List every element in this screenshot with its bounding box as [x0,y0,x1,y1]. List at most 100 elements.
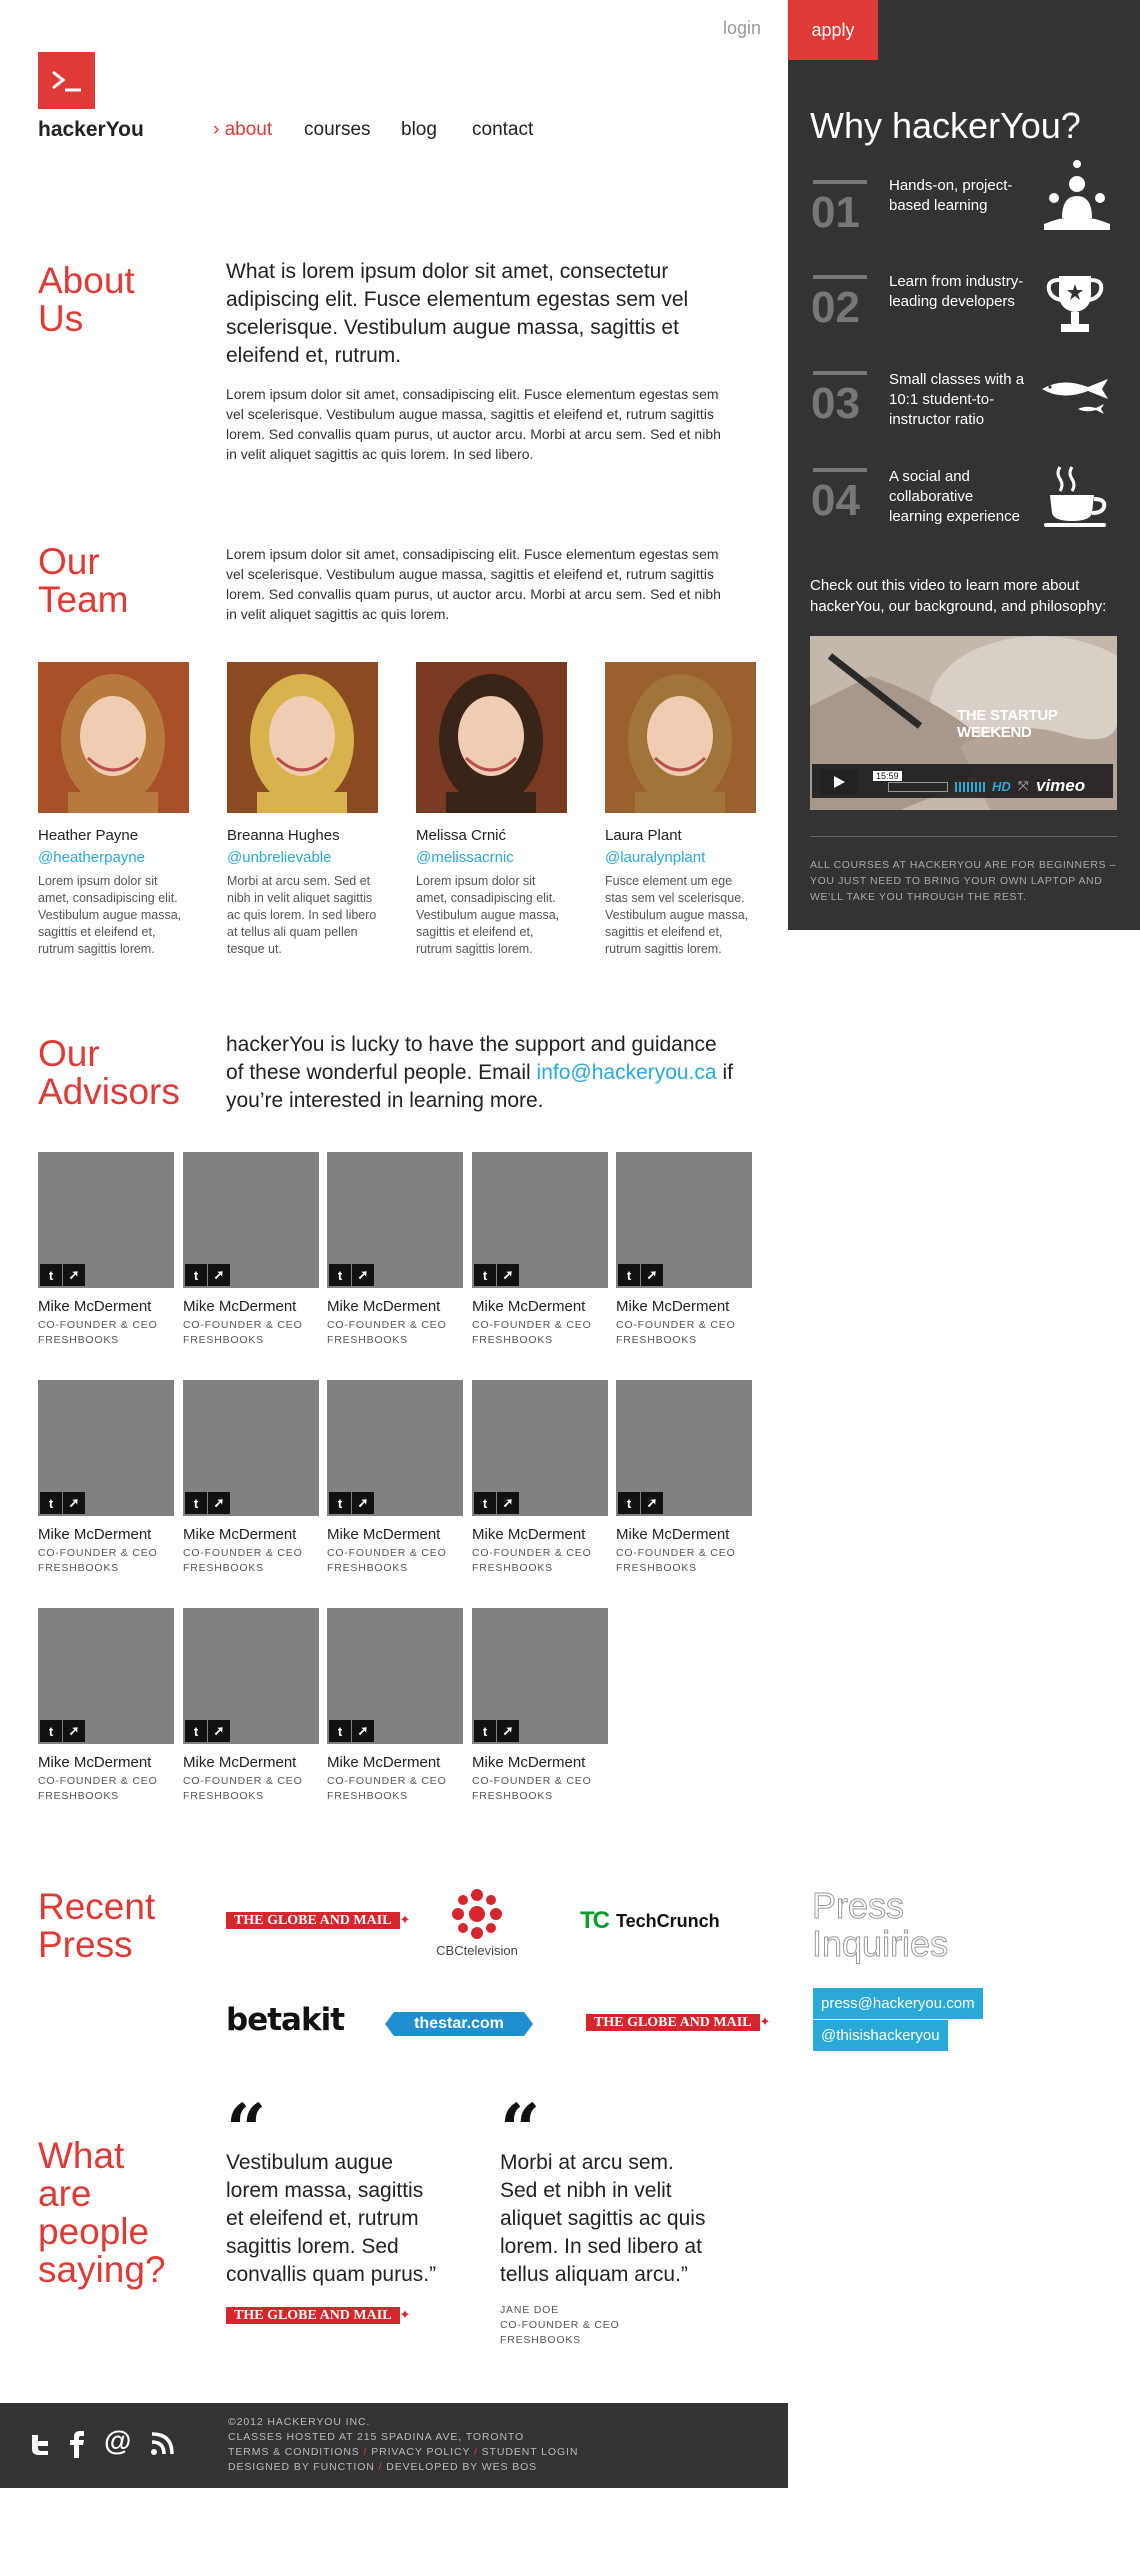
advisor-name: Mike McDerment [616,1298,730,1315]
nav-about[interactable]: › about [213,119,272,141]
nav-courses[interactable]: courses [304,119,371,141]
apply-button[interactable]: apply [788,0,878,60]
nav-about-label: about [224,119,273,140]
cursor-link-icon[interactable]: ➚ [352,1264,374,1286]
advisor-name: Mike McDerment [327,1526,441,1543]
login-link[interactable]: login [723,18,761,39]
advisor-card: t ➚ Mike McDerment CO-FOUNDER & CEO FRESHBOO… [38,1608,174,1804]
twitter-icon[interactable]: t [474,1492,496,1514]
press-logo-betakit[interactable]: betakit [226,2002,345,2038]
cursor-link-icon[interactable]: ➚ [352,1492,374,1514]
advisor-photo-placeholder: t ➚ [38,1380,174,1516]
cursor-link-icon[interactable]: ➚ [641,1492,663,1514]
team-member-photo [227,662,378,813]
press-logo-techcrunch[interactable]: TC TechCrunch [580,1907,720,1935]
why-item-bar [813,180,867,184]
advisor-name: Mike McDerment [472,1754,586,1771]
advisor-role: CO-FOUNDER & CEO [183,1547,303,1559]
vimeo-logo[interactable]: vimeo [1036,776,1085,796]
press-inquiries-line1: Press [811,1885,905,1926]
developer-credit-link[interactable]: DEVELOPED BY WES BOS [386,2461,537,2473]
globe-and-mail-label: THE GLOBE AND MAIL [586,2014,760,2031]
advisor-company: FRESHBOOKS [38,1790,119,1802]
privacy-link[interactable]: PRIVACY POLICY [371,2446,470,2458]
team-member-twitter-link[interactable]: @unbrelievable [227,849,378,866]
volume-icon[interactable] [955,782,985,792]
advisor-name: Mike McDerment [183,1526,297,1543]
press-logo-thestar[interactable]: thestar.com [385,2012,533,2036]
cursor-link-icon[interactable]: ➚ [63,1492,85,1514]
video-progress-bar[interactable] [888,782,948,792]
logo[interactable] [38,52,95,109]
team-member-name: Heather Payne [38,827,139,844]
play-button[interactable] [820,769,858,794]
hd-toggle[interactable]: HD [992,779,1011,794]
nav-blog[interactable]: blog [401,119,437,141]
team-member-twitter-link[interactable]: @melissacrnic [416,849,567,866]
twitter-icon[interactable]: t [474,1264,496,1286]
brand-name[interactable]: hackerYou [38,118,144,142]
advisor-photo-placeholder: t ➚ [472,1608,608,1744]
advisor-photo-placeholder: t ➚ [327,1380,463,1516]
twitter-icon[interactable]: t [329,1492,351,1514]
cursor-link-icon[interactable]: ➚ [208,1492,230,1514]
press-email-button[interactable]: press@hackeryou.com [813,1988,983,2019]
advisor-role: CO-FOUNDER & CEO [183,1775,303,1787]
team-member-twitter-link[interactable]: @heatherpayne [38,849,189,866]
advisor-photo-placeholder: t ➚ [616,1152,752,1288]
terms-link[interactable]: TERMS & CONDITIONS [228,2446,360,2458]
cursor-link-icon[interactable]: ➚ [208,1720,230,1742]
advisor-links: t ➚ [618,1264,663,1286]
twitter-icon[interactable]: t [185,1264,207,1286]
cursor-link-icon[interactable]: ➚ [497,1492,519,1514]
press-logo-globe-and-mail-2[interactable]: THE GLOBE AND MAIL ✦ [586,2013,770,2031]
twitter-icon[interactable]: t [185,1720,207,1742]
advisor-name: Mike McDerment [327,1298,441,1315]
twitter-icon[interactable]: t [185,1492,207,1514]
press-title: Recent Press [38,1888,155,1964]
advisor-role: CO-FOUNDER & CEO [616,1547,736,1559]
press-twitter-button[interactable]: @thisishackeryou [813,2020,948,2051]
cursor-link-icon[interactable]: ➚ [352,1720,374,1742]
facebook-icon[interactable] [68,2430,86,2458]
advisor-photo-placeholder: t ➚ [183,1152,319,1288]
cursor-link-icon[interactable]: ➚ [208,1264,230,1286]
nav-contact[interactable]: contact [472,119,533,141]
advisor-card: t ➚ Mike McDerment CO-FOUNDER & CEO FRESHBOO… [472,1152,608,1348]
cursor-link-icon[interactable]: ➚ [63,1720,85,1742]
team-title-line2: Team [38,579,129,620]
twitter-icon[interactable]: t [329,1720,351,1742]
twitter-icon[interactable]: t [618,1492,640,1514]
video-player[interactable]: THE STARTUP WEEKEND 15:59 HD ⤧ vimeo [810,636,1117,810]
rss-icon[interactable] [150,2432,174,2456]
email-at-icon[interactable]: @ [104,2425,131,2457]
team-member: Heather Payne @heatherpayne Lorem ipsum do… [38,662,189,958]
team-member-twitter-link[interactable]: @lauralynplant [605,849,756,866]
quote-author-name: JANE DOE [500,2304,559,2316]
twitter-icon[interactable] [28,2432,52,2456]
student-login-link[interactable]: STUDENT LOGIN [482,2446,579,2458]
cursor-link-icon[interactable]: ➚ [641,1264,663,1286]
designer-credit-link[interactable]: DESIGNED BY FUNCTION [228,2461,375,2473]
advisor-card: t ➚ Mike McDerment CO-FOUNDER & CEO FRESHBOO… [327,1152,463,1348]
cursor-link-icon[interactable]: ➚ [63,1264,85,1286]
testimonials-title-line: What [38,2135,125,2176]
techcrunch-label: TechCrunch [616,1910,720,1931]
quote-author-company: FRESHBOOKS [500,2334,581,2346]
advisor-role: CO-FOUNDER & CEO [616,1319,736,1331]
twitter-icon[interactable]: t [329,1264,351,1286]
advisors-email-link[interactable]: info@hackeryou.ca [537,1061,717,1084]
press-logo-cbc[interactable]: CBCtelevision [432,1888,522,1958]
fullscreen-icon[interactable]: ⤧ [1018,778,1028,794]
quote-text: Morbi at arcu sem. Sed et nibh in velit … [500,2151,706,2286]
twitter-icon[interactable]: t [40,1492,62,1514]
twitter-icon[interactable]: t [474,1720,496,1742]
press-logo-globe-and-mail[interactable]: THE GLOBE AND MAIL ✦ [226,1911,410,1929]
twitter-icon[interactable]: t [40,1720,62,1742]
testimonials-title-line: are [38,2173,92,2214]
cursor-link-icon[interactable]: ➚ [497,1264,519,1286]
cursor-link-icon[interactable]: ➚ [497,1720,519,1742]
advisor-company: FRESHBOOKS [327,1334,408,1346]
twitter-icon[interactable]: t [40,1264,62,1286]
twitter-icon[interactable]: t [618,1264,640,1286]
